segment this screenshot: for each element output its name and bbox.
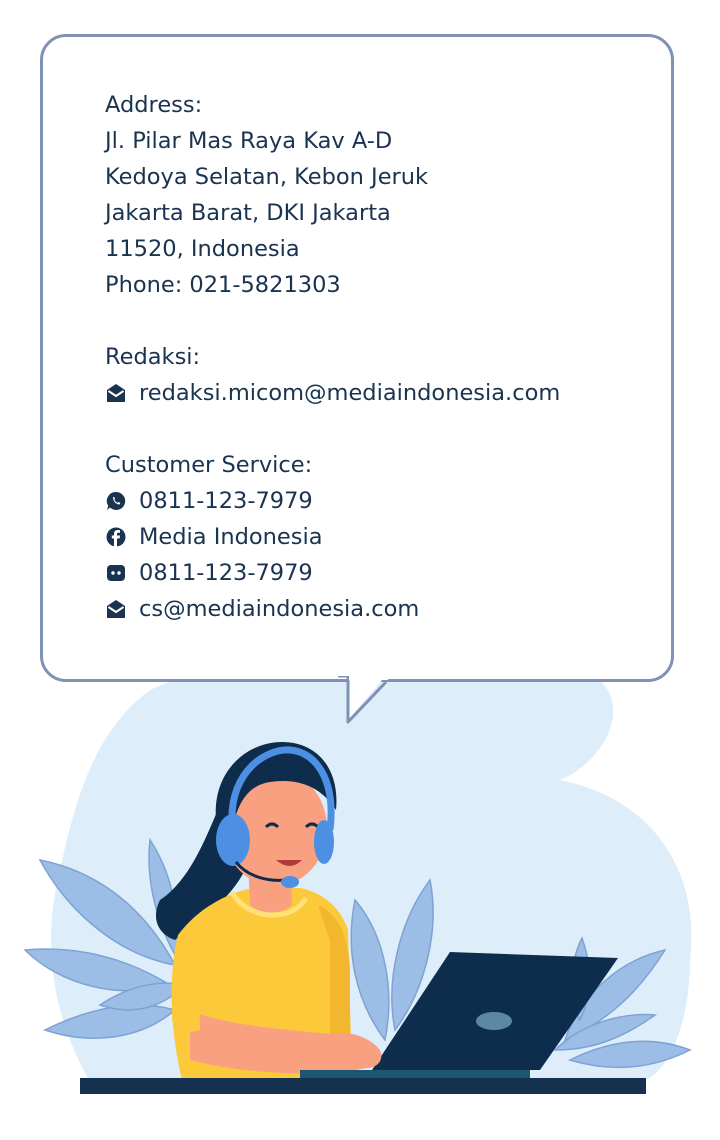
facebook-icon <box>105 526 127 548</box>
redaksi-heading: Redaksi: <box>105 344 201 370</box>
customer-service-heading: Customer Service: <box>105 452 313 478</box>
whatsapp-icon <box>105 490 127 512</box>
laptop-base <box>300 1070 530 1078</box>
whatsapp-number[interactable]: 0811-123-7979 <box>139 483 313 519</box>
desk <box>80 1078 646 1094</box>
headset-ear-left <box>216 814 250 866</box>
chat-contact[interactable]: 0811-123-7979 <box>105 555 651 591</box>
headset-mic-tip <box>281 876 299 888</box>
address-line-4: 11520, Indonesia <box>105 236 300 262</box>
redaksi-email[interactable]: redaksi.micom@mediaindonesia.com <box>139 375 560 411</box>
address-line-3: Jakarta Barat, DKI Jakarta <box>105 200 391 226</box>
chat-number[interactable]: 0811-123-7979 <box>139 555 313 591</box>
cs-email[interactable]: cs@mediaindonesia.com <box>139 591 419 627</box>
whatsapp-contact[interactable]: 0811-123-7979 <box>105 483 651 519</box>
envelope-icon <box>105 382 127 404</box>
phone-number[interactable]: Phone: 021-5821303 <box>105 267 651 303</box>
contact-info-bubble: Address: Jl. Pilar Mas Raya Kav A-D Kedo… <box>40 34 674 682</box>
facebook-name[interactable]: Media Indonesia <box>139 519 323 555</box>
laptop-logo <box>476 1012 512 1030</box>
envelope-icon <box>105 598 127 620</box>
address-heading: Address: <box>105 92 203 118</box>
headset-ear-right <box>314 820 334 864</box>
address-line-1: Jl. Pilar Mas Raya Kav A-D <box>105 128 393 154</box>
redaksi-email-link[interactable]: redaksi.micom@mediaindonesia.com <box>105 375 651 411</box>
contact-info: Address: Jl. Pilar Mas Raya Kav A-D Kedo… <box>105 87 651 627</box>
speech-bubble-tail <box>338 676 388 724</box>
facebook-contact[interactable]: Media Indonesia <box>105 519 651 555</box>
chat-icon <box>105 562 127 584</box>
cs-email-link[interactable]: cs@mediaindonesia.com <box>105 591 651 627</box>
address-line-2: Kedoya Selatan, Kebon Jeruk <box>105 164 429 190</box>
